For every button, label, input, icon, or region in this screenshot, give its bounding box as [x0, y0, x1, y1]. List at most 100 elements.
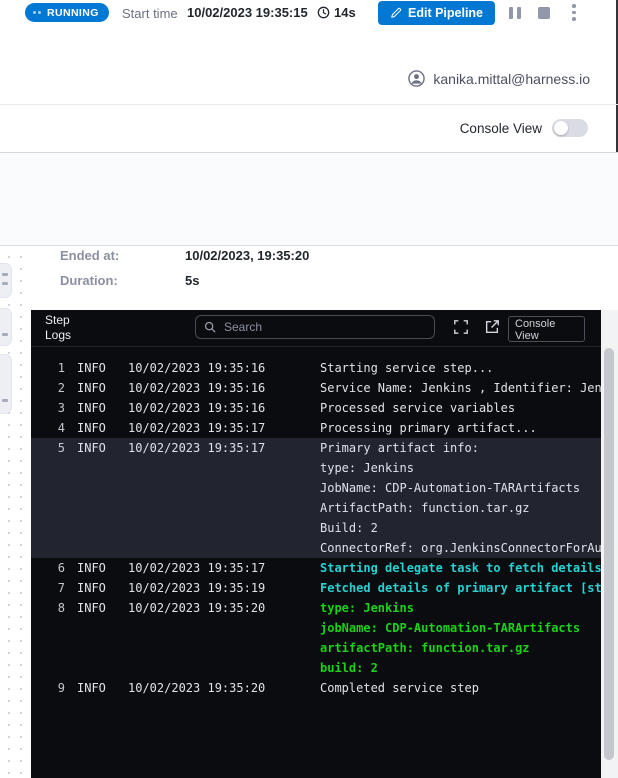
- log-line-number[interactable]: 3: [31, 398, 65, 418]
- log-line-timestamp: 10/02/2023 19:35:16: [128, 358, 268, 378]
- log-continuation-line: build: 2: [31, 658, 601, 678]
- external-link-icon[interactable]: [483, 318, 501, 336]
- log-search-input[interactable]: [222, 319, 426, 335]
- log-continuation-line: ArtifactPath: function.tar.gz: [31, 498, 601, 518]
- log-body: 1 INFO 10/02/2023 19:35:16 Starting serv…: [31, 347, 601, 698]
- log-line-message: JobName: CDP-Automation-TARArtifacts: [320, 478, 580, 498]
- log-line: 5 INFO 10/02/2023 19:35:17 Primary artif…: [31, 438, 601, 458]
- log-continuation-line: jobName: CDP-Automation-TARArtifacts: [31, 618, 601, 638]
- pipeline-node-card[interactable]: [0, 308, 12, 346]
- log-line-message: Processed service variables: [320, 398, 515, 418]
- kebab-menu-icon[interactable]: [572, 4, 576, 21]
- log-line-message: ArtifactPath: function.tar.gz: [320, 498, 530, 518]
- log-line-level: INFO: [77, 558, 111, 578]
- log-line: 9 INFO 10/02/2023 19:35:20 Completed ser…: [31, 678, 601, 698]
- pencil-icon: [390, 7, 402, 19]
- vertical-scrollbar-thumb[interactable]: [604, 348, 614, 760]
- ended-at-label: Ended at:: [60, 248, 119, 263]
- log-line-message: Fetched details of primary artifact [st: [320, 578, 601, 598]
- elapsed-time: 14s: [317, 5, 356, 20]
- log-panel-header: Step Logs Console View: [31, 310, 601, 347]
- fullscreen-icon[interactable]: [452, 318, 470, 336]
- pipeline-node-card[interactable]: [0, 354, 12, 414]
- log-panel-title: Step Logs: [45, 313, 87, 343]
- log-line: 6 INFO 10/02/2023 19:35:17 Starting dele…: [31, 558, 601, 578]
- log-line-timestamp: 10/02/2023 19:35:20: [128, 678, 268, 698]
- log-line: 8 INFO 10/02/2023 19:35:20 type: Jenkins: [31, 598, 601, 618]
- log-line-level: INFO: [77, 378, 111, 398]
- log-line-number[interactable]: 6: [31, 558, 65, 578]
- log-line-timestamp: 10/02/2023 19:35:17: [128, 438, 268, 458]
- log-line: 1 INFO 10/02/2023 19:35:16 Starting serv…: [31, 358, 601, 378]
- log-continuation-line: JobName: CDP-Automation-TARArtifacts: [31, 478, 601, 498]
- log-line-timestamp: 10/02/2023 19:35:19: [128, 578, 268, 598]
- log-line-number[interactable]: 5: [31, 438, 65, 458]
- console-view-row: Console View: [460, 119, 588, 137]
- log-line-message: type: Jenkins: [320, 598, 414, 618]
- pipeline-canvas-band: [0, 153, 618, 246]
- log-continuation-line: type: Jenkins: [31, 458, 601, 478]
- ended-at-value: 10/02/2023, 19:35:20: [185, 248, 309, 263]
- divider: [0, 104, 618, 105]
- console-view-label: Console View: [460, 121, 542, 136]
- status-badge-label: RUNNING: [47, 7, 99, 19]
- duration-value: 5s: [185, 273, 199, 288]
- log-line-number[interactable]: 9: [31, 678, 65, 698]
- duration-label: Duration:: [60, 273, 118, 288]
- console-view-toggle[interactable]: [552, 119, 588, 137]
- log-line-number[interactable]: 8: [31, 598, 65, 618]
- start-time-label: Start time: [122, 6, 178, 21]
- log-line-level: INFO: [77, 578, 111, 598]
- log-line-level: INFO: [77, 598, 111, 618]
- user-email: kanika.mittal@harness.io: [433, 71, 590, 87]
- log-line-level: INFO: [77, 398, 111, 418]
- log-line-message: Processing primary artifact...: [320, 418, 537, 438]
- elapsed-time-value: 14s: [334, 5, 356, 20]
- log-line-number[interactable]: 1: [31, 358, 65, 378]
- log-line-timestamp: 10/02/2023 19:35:16: [128, 398, 268, 418]
- log-line-message: jobName: CDP-Automation-TARArtifacts: [320, 618, 580, 638]
- log-line-level: INFO: [77, 438, 111, 458]
- log-line-message: Build: 2: [320, 518, 378, 538]
- vertical-scrollbar-track[interactable]: [601, 310, 618, 778]
- start-time-value: 10/02/2023 19:35:15: [187, 5, 308, 20]
- pipeline-node-card[interactable]: [0, 263, 12, 298]
- log-line-number[interactable]: 4: [31, 418, 65, 438]
- log-line-number[interactable]: 2: [31, 378, 65, 398]
- log-line-message: Primary artifact info:: [320, 438, 479, 458]
- log-line: 7 INFO 10/02/2023 19:35:19 Fetched detai…: [31, 578, 601, 598]
- top-bar: RUNNING Start time 10/02/2023 19:35:15 1…: [0, 0, 618, 27]
- edit-pipeline-button[interactable]: Edit Pipeline: [378, 1, 495, 25]
- step-details-card: Ended at: 10/02/2023, 19:35:20 Duration:…: [31, 246, 618, 310]
- log-line-level: INFO: [77, 358, 111, 378]
- user-avatar-icon: [408, 70, 425, 87]
- step-logs-panel: Step Logs Console View 1 INFO 10/02/2023…: [31, 310, 601, 778]
- log-line: 4 INFO 10/02/2023 19:35:17 Processing pr…: [31, 418, 601, 438]
- log-line-timestamp: 10/02/2023 19:35:17: [128, 558, 268, 578]
- pipeline-graph-strip: [0, 246, 32, 778]
- log-continuation-line: ConnectorRef: org.JenkinsConnectorForAu: [31, 538, 601, 558]
- log-line-message: ConnectorRef: org.JenkinsConnectorForAu: [320, 538, 601, 558]
- user-account: kanika.mittal@harness.io: [408, 70, 590, 87]
- running-dots-icon: [33, 11, 41, 14]
- log-line-timestamp: 10/02/2023 19:35:17: [128, 418, 268, 438]
- log-line-message: Starting delegate task to fetch details: [320, 558, 601, 578]
- edit-pipeline-label: Edit Pipeline: [408, 6, 483, 20]
- log-continuation-line: Build: 2: [31, 518, 601, 538]
- log-line-message: Completed service step: [320, 678, 479, 698]
- pause-icon[interactable]: [509, 7, 521, 19]
- status-badge: RUNNING: [25, 3, 109, 22]
- stop-icon[interactable]: [538, 7, 550, 19]
- log-line-number[interactable]: 7: [31, 578, 65, 598]
- log-line-message: build: 2: [320, 658, 378, 678]
- log-continuation-line: artifactPath: function.tar.gz: [31, 638, 601, 658]
- log-search-box: [195, 315, 435, 339]
- clock-icon: [317, 6, 330, 19]
- log-line-level: INFO: [77, 418, 111, 438]
- log-line-message: Service Name: Jenkins , Identifier: Jen: [320, 378, 601, 398]
- search-icon: [204, 321, 216, 333]
- log-line-timestamp: 10/02/2023 19:35:20: [128, 598, 268, 618]
- log-line: 3 INFO 10/02/2023 19:35:16 Processed ser…: [31, 398, 601, 418]
- log-line-level: INFO: [77, 678, 111, 698]
- console-view-button[interactable]: Console View: [508, 316, 585, 342]
